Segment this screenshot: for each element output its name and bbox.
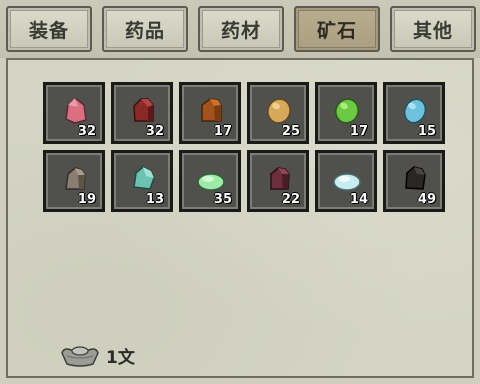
tab-label: 药品 [124, 19, 165, 42]
item-count: 35 [213, 192, 232, 207]
inventory-slot[interactable]: 17 [315, 82, 377, 144]
tab-other[interactable]: 其他 [390, 6, 476, 52]
item-count: 22 [281, 192, 300, 207]
ore-egg-icon [335, 98, 359, 124]
inventory-slot[interactable]: 17 [179, 82, 241, 144]
item-count: 14 [349, 192, 368, 207]
ore-flat-icon [197, 173, 225, 191]
item-count: 17 [349, 124, 368, 139]
tab-equipment[interactable]: 装备 [6, 6, 92, 52]
inventory-panel: 32 32 17 25 17 15 19 13 35 22 14 49 1文 [6, 58, 474, 378]
ore-chunk-icon [201, 98, 222, 122]
tab-herbs[interactable]: 药材 [198, 6, 284, 52]
inventory-slot[interactable]: 32 [111, 82, 173, 144]
inventory-slot[interactable]: 14 [315, 150, 377, 212]
inventory-slot[interactable]: 22 [247, 150, 309, 212]
item-count: 17 [213, 124, 232, 139]
item-count: 25 [281, 124, 300, 139]
category-tabs: 装备 药品 药材 矿石 其他 [0, 0, 480, 58]
tab-label: 药材 [220, 19, 261, 42]
item-count: 32 [145, 124, 164, 139]
ore-chunk-icon [270, 167, 290, 190]
money-amount: 1文 [106, 347, 135, 368]
silver-ingot-icon [61, 346, 99, 367]
money-display: 1文 [60, 340, 135, 370]
tab-label: 其他 [412, 19, 453, 42]
ore-chunk-icon [133, 98, 154, 122]
ore-chunk-icon [65, 167, 86, 190]
ore-egg-icon [403, 98, 427, 124]
ore-flat-icon [333, 173, 361, 191]
tab-medicine[interactable]: 药品 [102, 6, 188, 52]
inventory-slot[interactable]: 19 [43, 150, 105, 212]
tab-ores[interactable]: 矿石 [294, 6, 380, 52]
inventory-slot[interactable]: 35 [179, 150, 241, 212]
tab-label: 装备 [28, 19, 69, 42]
ore-egg-icon [267, 98, 291, 124]
ore-shard-icon [65, 97, 87, 124]
item-count: 49 [417, 192, 436, 207]
inventory-slot[interactable]: 15 [383, 82, 445, 144]
item-count: 15 [417, 124, 436, 139]
ore-chunk-icon [133, 166, 155, 190]
inventory-slot[interactable]: 25 [247, 82, 309, 144]
item-count: 19 [77, 192, 96, 207]
ore-chunk-icon [405, 166, 426, 190]
item-count: 32 [77, 124, 96, 139]
tab-label: 矿石 [316, 19, 357, 42]
inventory-slot[interactable]: 32 [43, 82, 105, 144]
inventory-slot[interactable]: 13 [111, 150, 173, 212]
inventory-slot[interactable]: 49 [383, 150, 445, 212]
item-count: 13 [145, 192, 164, 207]
